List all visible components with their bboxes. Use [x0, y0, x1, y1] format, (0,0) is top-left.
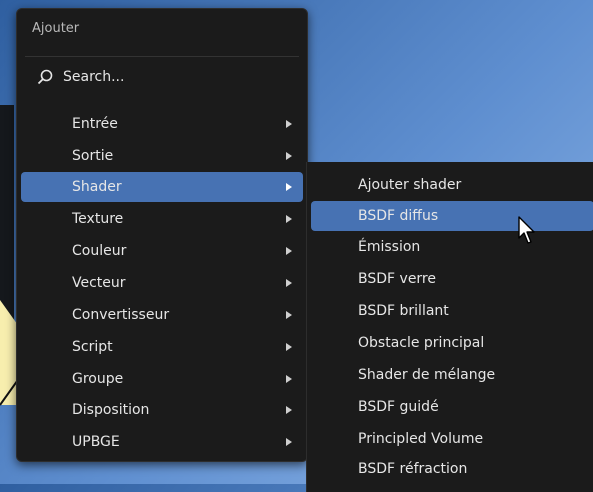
menu-item-upbge[interactable]: UPBGE	[21, 427, 303, 457]
chevron-right-icon	[286, 406, 292, 414]
submenu-item-label: BSDF brillant	[358, 303, 449, 319]
menu-item-label: Entrée	[72, 116, 118, 132]
submenu-item-label: Obstacle principal	[358, 335, 485, 351]
submenu-item-bsdf-verre[interactable]: BSDF verre	[311, 264, 593, 294]
submenu-item-obstacle-principal[interactable]: Obstacle principal	[311, 328, 593, 358]
menu-item-label: UPBGE	[72, 434, 120, 450]
submenu-item-principled-volume[interactable]: Principled Volume	[311, 424, 593, 454]
submenu-item-ajouter-shader[interactable]: Ajouter shader	[311, 170, 593, 200]
mouse-pointer-icon	[518, 216, 535, 244]
menu-title: Ajouter	[32, 21, 80, 36]
submenu-item-label: Émission	[358, 239, 421, 255]
menu-item-script[interactable]: Script	[21, 332, 303, 362]
menu-item-label: Sortie	[72, 148, 114, 164]
submenu-item-label: BSDF diffus	[358, 208, 439, 224]
menu-item-groupe[interactable]: Groupe	[21, 364, 303, 394]
menu-item-label: Convertisseur	[72, 307, 170, 323]
menu-item-label: Groupe	[72, 371, 124, 387]
search-field[interactable]: Search...	[37, 66, 124, 88]
submenu-item-bsdf-guide[interactable]: BSDF guidé	[311, 392, 593, 422]
submenu-item-label: Ajouter shader	[358, 177, 462, 193]
chevron-right-icon	[286, 215, 292, 223]
menu-item-vecteur[interactable]: Vecteur	[21, 268, 303, 298]
submenu-item-shader-de-melange[interactable]: Shader de mélange	[311, 360, 593, 390]
add-menu: Ajouter Search... Entrée Sortie Shader T…	[16, 8, 308, 462]
search-icon	[37, 69, 53, 85]
menu-item-label: Script	[72, 339, 113, 355]
menu-item-label: Vecteur	[72, 275, 126, 291]
menu-item-couleur[interactable]: Couleur	[21, 236, 303, 266]
menu-item-label: Couleur	[72, 243, 127, 259]
menu-item-label: Texture	[72, 211, 124, 227]
chevron-right-icon	[286, 311, 292, 319]
shader-submenu: Ajouter shader BSDF diffus Émission BSDF…	[306, 162, 593, 492]
chevron-right-icon	[286, 120, 292, 128]
chevron-right-icon	[286, 183, 292, 191]
submenu-item-bsdf-diffus[interactable]: BSDF diffus	[311, 201, 593, 231]
search-label: Search...	[63, 69, 125, 85]
submenu-item-bsdf-refraction[interactable]: BSDF réfraction	[311, 454, 593, 484]
menu-item-disposition[interactable]: Disposition	[21, 395, 303, 425]
submenu-item-emission[interactable]: Émission	[311, 232, 593, 262]
chevron-right-icon	[286, 247, 292, 255]
chevron-right-icon	[286, 375, 292, 383]
menu-item-shader[interactable]: Shader	[21, 172, 303, 202]
chevron-right-icon	[286, 279, 292, 287]
submenu-item-label: BSDF verre	[358, 271, 436, 287]
submenu-item-label: BSDF guidé	[358, 399, 439, 415]
chevron-right-icon	[286, 152, 292, 160]
menu-item-convertisseur[interactable]: Convertisseur	[21, 300, 303, 330]
menu-item-sortie[interactable]: Sortie	[21, 141, 303, 171]
chevron-right-icon	[286, 343, 292, 351]
submenu-item-label: Shader de mélange	[358, 367, 496, 383]
submenu-item-label: BSDF réfraction	[358, 461, 468, 477]
menu-item-label: Disposition	[72, 402, 150, 418]
submenu-item-label: Principled Volume	[358, 431, 484, 447]
menu-item-label: Shader	[72, 179, 122, 195]
chevron-right-icon	[286, 438, 292, 446]
menu-item-entree[interactable]: Entrée	[21, 109, 303, 139]
menu-item-texture[interactable]: Texture	[21, 204, 303, 234]
submenu-item-bsdf-brillant[interactable]: BSDF brillant	[311, 296, 593, 326]
menu-divider	[25, 56, 299, 57]
